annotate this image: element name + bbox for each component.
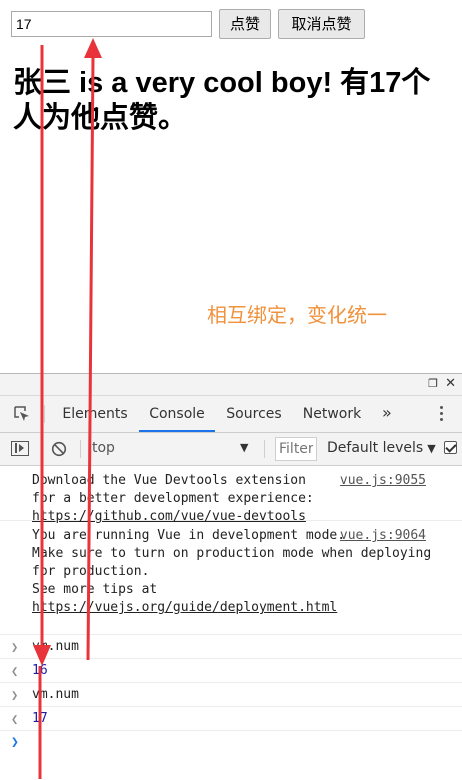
inspect-element-icon[interactable]: [14, 406, 30, 422]
console-toolbar: top ▼ Default levels▼: [0, 433, 462, 466]
console-message: You are running Vue in development mode.…: [0, 521, 462, 635]
message-source-link[interactable]: vue.js:9064: [340, 527, 426, 545]
chevron-right-icon: ❯: [11, 640, 19, 654]
caret-down-icon: ▼: [240, 441, 249, 454]
message-text: Download the Vue Devtools extension for …: [32, 473, 314, 524]
console-input-entry: ❯ vm.num: [0, 635, 462, 659]
filter-input[interactable]: [275, 437, 317, 461]
chevron-left-icon: ❮: [11, 664, 19, 678]
toolbar-separator: [264, 440, 265, 458]
command-text: vm.num: [32, 639, 79, 654]
console-sidebar-icon[interactable]: [11, 441, 29, 456]
console-result-entry: ❮ 16: [0, 659, 462, 683]
tab-elements[interactable]: Elements: [55, 396, 135, 432]
tab-separator: [44, 405, 45, 423]
undock-icon[interactable]: ❐: [428, 377, 438, 390]
devtools-tabbar: Elements Console Sources Network »: [0, 396, 462, 433]
clear-console-icon[interactable]: [51, 441, 67, 457]
arrow-up-head: [84, 38, 102, 58]
devtools-panel: ❐ ✕ Elements Console Sources Network » t…: [0, 373, 462, 780]
like-button[interactable]: 点赞: [219, 9, 271, 39]
chevron-right-icon: ❯: [11, 688, 19, 702]
chevron-right-icon: ❯: [11, 735, 19, 750]
unlike-button[interactable]: 取消点赞: [278, 9, 365, 39]
console-result-entry: ❮ 17: [0, 707, 462, 731]
close-icon[interactable]: ✕: [445, 376, 456, 391]
result-value: 17: [32, 711, 48, 726]
console-output: Download the Vue Devtools extension for …: [0, 466, 462, 755]
console-prompt[interactable]: ❯: [0, 731, 462, 755]
num-input[interactable]: [11, 11, 212, 37]
group-similar-checkbox[interactable]: [444, 441, 457, 454]
devtools-titlebar: ❐ ✕: [0, 374, 462, 396]
tab-sources[interactable]: Sources: [219, 396, 289, 432]
chevron-left-icon: ❮: [11, 712, 19, 726]
command-text: vm.num: [32, 687, 79, 702]
console-message: Download the Vue Devtools extension for …: [0, 466, 462, 524]
message-link[interactable]: https://vuejs.org/guide/deployment.html: [32, 600, 337, 615]
log-levels-label: Default levels: [327, 440, 424, 456]
kebab-menu-icon[interactable]: [440, 406, 444, 424]
caret-down-icon: ▼: [427, 442, 436, 455]
result-value: 16: [32, 663, 48, 678]
console-input-entry: ❯ vm.num: [0, 683, 462, 707]
headline: 张三 is a very cool boy! 有17个人为他点赞。: [13, 67, 431, 134]
log-levels-dropdown[interactable]: Default levels ▼: [327, 440, 436, 456]
more-tabs-button[interactable]: »: [382, 396, 392, 432]
context-value: top: [92, 440, 115, 456]
annotation-text: 相互绑定，变化统一: [207, 303, 387, 327]
toolbar-separator: [80, 440, 81, 458]
context-select[interactable]: top ▼: [92, 440, 254, 458]
tab-network[interactable]: Network: [296, 396, 368, 432]
tab-console[interactable]: Console: [139, 396, 215, 432]
message-source-link[interactable]: vue.js:9055: [340, 472, 426, 490]
